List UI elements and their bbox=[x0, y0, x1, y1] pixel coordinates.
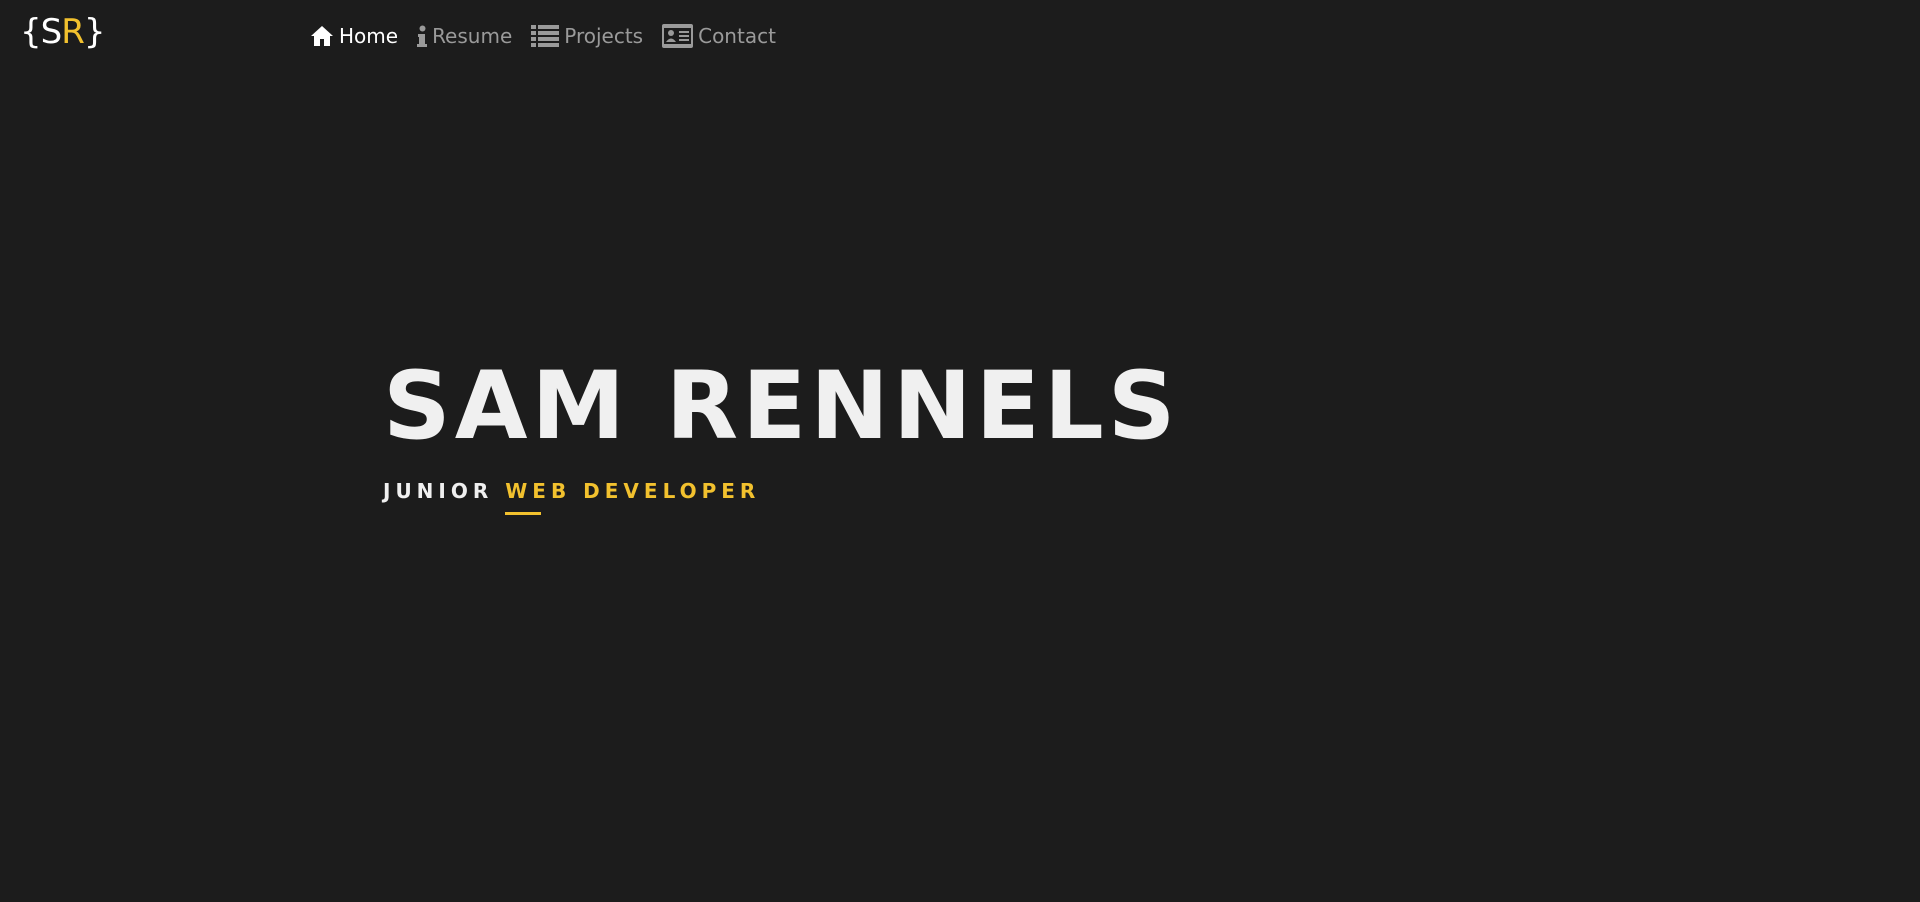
nav-item-projects-label: Projects bbox=[564, 24, 644, 48]
accent-underline bbox=[505, 512, 542, 515]
hero-subtitle: JUNIOR WEB DEVELOPER bbox=[383, 479, 1179, 515]
nav-item-resume-label: Resume bbox=[432, 24, 513, 48]
hero-subtitle-prefix: JUNIOR bbox=[383, 479, 494, 503]
hero-name: SAM RENNELS bbox=[383, 352, 1180, 461]
site-logo[interactable]: {SR} bbox=[20, 12, 105, 52]
logo-brace-open: { bbox=[20, 12, 42, 52]
contact-card-icon bbox=[662, 24, 694, 48]
nav-item-contact[interactable]: Contact bbox=[662, 20, 776, 52]
nav-item-projects[interactable]: Projects bbox=[531, 20, 643, 52]
logo-letter-s: S bbox=[40, 12, 63, 52]
list-icon bbox=[531, 25, 560, 47]
main-navigation: Home Resume Projects Contact bbox=[310, 20, 776, 52]
nav-item-resume[interactable]: Resume bbox=[417, 20, 512, 52]
logo-brace-close: } bbox=[83, 12, 106, 52]
nav-item-contact-label: Contact bbox=[698, 24, 776, 48]
hero-subtitle-accent-text: WEB DEVELOPER bbox=[505, 479, 761, 503]
hero-section: SAM RENNELS JUNIOR WEB DEVELOPER bbox=[383, 352, 1180, 515]
home-icon bbox=[310, 25, 334, 47]
info-icon bbox=[417, 25, 428, 47]
hero-subtitle-accent: WEB DEVELOPER bbox=[505, 479, 761, 515]
nav-item-home-label: Home bbox=[339, 24, 399, 48]
logo-letter-r: R bbox=[61, 12, 85, 52]
nav-item-home[interactable]: Home bbox=[310, 20, 398, 52]
page: {SR} Home Resume Projects Contact SAM RE… bbox=[0, 0, 1920, 902]
